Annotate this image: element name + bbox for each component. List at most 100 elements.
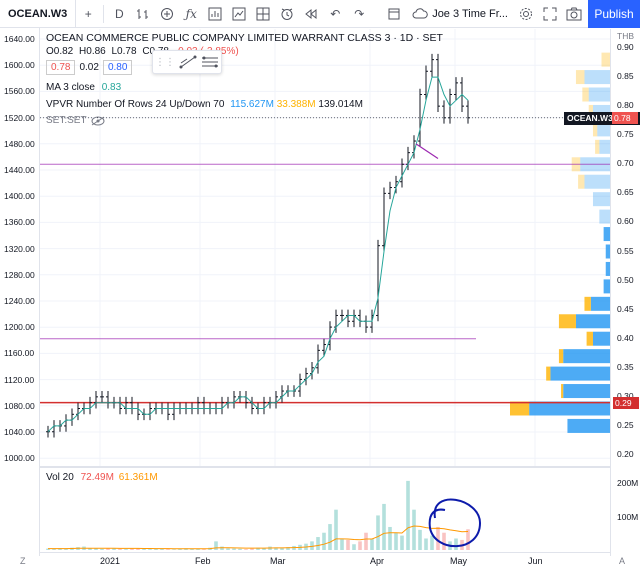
volume-bar [442, 532, 446, 550]
volume-ma-line [48, 525, 469, 550]
left-axis-tick-label: 1400.00 [4, 191, 35, 202]
vpvr-up-bar [584, 174, 610, 189]
time-axis-label: 2021 [100, 556, 121, 566]
left-axis-tick-label: 1520.00 [4, 112, 35, 123]
volume-bar [226, 548, 230, 550]
drag-handle-icon[interactable]: ⋮⋮ [155, 57, 175, 68]
volume-bar [250, 548, 254, 550]
left-axis-tick-label: 1480.00 [4, 138, 35, 149]
volume-axis-tick-label: 100M [617, 512, 639, 522]
bid-ask-row: 0.78 0.02 0.80 [46, 60, 133, 75]
indicators-icon[interactable]: ƒx [179, 0, 203, 28]
vpvr-up-bar [592, 331, 610, 346]
vpvr-down-bar [546, 366, 551, 381]
compare-legend[interactable]: SET:SET [46, 115, 105, 126]
buy-price-button[interactable]: 0.80 [102, 60, 133, 75]
vpvr-down-bar [510, 401, 530, 416]
left-axis-tick-label: 1040.00 [4, 427, 35, 437]
volume-value: 72.49M [80, 472, 114, 483]
vpvr-up-bar [588, 87, 610, 102]
compare-add-icon[interactable] [155, 0, 179, 28]
vpvr-up-bar [550, 366, 610, 381]
volume-ma-value: 61.361M [118, 472, 158, 483]
left-axis-tick-label: 1440.00 [4, 165, 35, 175]
vpvr-down-bar [575, 70, 585, 85]
vpvr-down-bar [586, 331, 593, 346]
horizontal-line-price-tag: 0.29 [613, 396, 639, 409]
vpvr-up-value: 115.627M [230, 99, 274, 110]
time-axis[interactable] [40, 552, 610, 570]
fullscreen-icon[interactable] [382, 0, 406, 28]
time-axis-label: Mar [270, 556, 286, 566]
volume-bar [232, 548, 236, 550]
vpvr-legend[interactable]: VPVR Number Of Rows 24 Up/Down 70 115.62… [46, 99, 363, 110]
volume-bar [334, 509, 338, 550]
undo-icon[interactable]: ↶ [323, 0, 347, 28]
bar-style-icon[interactable] [131, 0, 155, 28]
left-price-scale[interactable] [0, 28, 40, 556]
right-axis-tick-label: 0.80 [617, 100, 634, 111]
volume-bar [310, 541, 314, 550]
right-axis-tick-label: THB [617, 31, 634, 41]
left-axis-tick-label: 1160.00 [4, 348, 35, 359]
layout-name-button[interactable]: Joe 3 Time Fr... [406, 0, 514, 28]
spread-value: 0.02 [79, 62, 99, 73]
vpvr-up-bar [590, 296, 610, 311]
compare-icon[interactable]: + [76, 0, 100, 28]
redo-icon[interactable]: ↷ [347, 0, 371, 28]
volume-bar [118, 548, 122, 550]
volume-bar [172, 549, 176, 550]
publish-button[interactable]: Publish [588, 0, 640, 28]
left-axis-tick-label: 1120.00 [4, 374, 35, 385]
price-chart[interactable] [40, 29, 610, 466]
right-price-scale[interactable]: THB 0.90 0.85 0.80 0.75 0.70 0.65 0.60 0.55 0.50 0… [610, 29, 640, 556]
volume-bar [352, 544, 356, 550]
volume-bar [424, 538, 428, 550]
chart-title: OCEAN COMMERCE PUBLIC COMPANY LIMITED WA… [46, 32, 443, 44]
volume-bar [382, 503, 386, 550]
trendline-icon[interactable] [179, 55, 197, 69]
eye-hidden-icon[interactable] [91, 116, 105, 126]
volume-axis-tick-label: 200M [617, 478, 639, 488]
vpvr-down-bar [595, 139, 600, 154]
volume-bar [322, 532, 326, 550]
vpvr-down-value: 33.388M [276, 99, 316, 110]
volume-bar [346, 539, 350, 550]
camera-icon[interactable] [562, 0, 586, 28]
right-axis-tick-label: 0.70 [617, 158, 634, 169]
vpvr-up-bar [563, 349, 610, 364]
volume-bar [376, 515, 380, 550]
symbol-search-button[interactable]: OCEAN.W3 [0, 0, 77, 28]
alert-clock-icon[interactable] [275, 0, 299, 28]
compare-symbol: SET:SET [46, 115, 87, 126]
settings-gear-icon[interactable] [514, 0, 538, 28]
interval-button[interactable]: D [107, 0, 131, 28]
left-axis-tick-label: 1200.00 [4, 322, 35, 333]
volume-bar [142, 548, 146, 550]
trend-line [415, 143, 439, 159]
ma-label: MA 3 close [46, 82, 95, 93]
templates-icon[interactable] [203, 0, 227, 28]
ohlc-open: O0.82 [46, 46, 74, 57]
fullscreen-toggle-icon[interactable] [538, 0, 562, 28]
sell-price-button[interactable]: 0.78 [46, 60, 76, 75]
top-toolbar: OCEAN.W3 + D ƒx ↶ ↷ Joe 3 Time Fr... Pub… [0, 0, 640, 28]
ma-legend[interactable]: MA 3 close 0.83 [46, 82, 121, 93]
volume-legend[interactable]: Vol 20 72.49M 61.361M [46, 472, 158, 483]
auto-scale-button[interactable]: A [619, 556, 625, 566]
vpvr-down-bar [582, 87, 589, 102]
replay-icon[interactable] [299, 0, 323, 28]
right-axis-tick-label: 0.55 [617, 245, 634, 256]
horizontal-lines-icon[interactable] [201, 55, 219, 69]
left-axis-tick-label: 1000.00 [4, 453, 35, 464]
zoom-corner-button[interactable]: Z [20, 556, 26, 566]
vpvr-down-bar [558, 349, 564, 364]
volume-bar [358, 541, 362, 550]
right-axis-tick-label: 0.45 [617, 303, 634, 314]
layout-icon[interactable] [251, 0, 275, 28]
vpvr-up-bar [529, 401, 610, 416]
vpvr-label: VPVR Number Of Rows 24 Up/Down 70 [46, 99, 225, 110]
chart-type-icon[interactable] [227, 0, 251, 28]
volume-bar [166, 549, 170, 550]
vpvr-down-bar [561, 384, 564, 399]
